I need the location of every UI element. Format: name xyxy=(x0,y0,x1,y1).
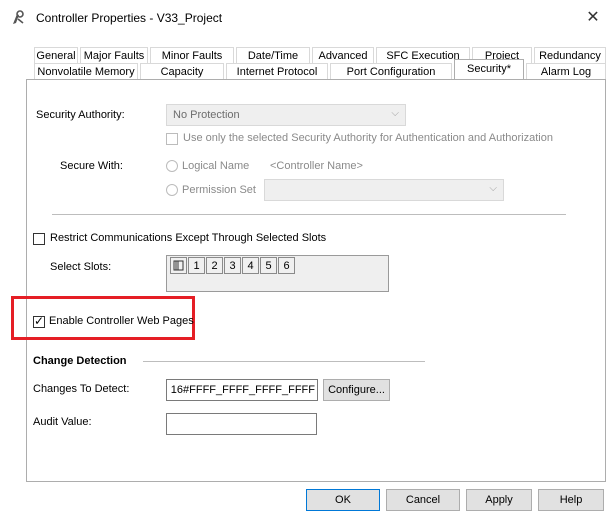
restrict-communications-checkbox[interactable] xyxy=(33,233,45,245)
tab-capacity[interactable]: Capacity xyxy=(140,63,224,79)
window-title: Controller Properties - V33_Project xyxy=(36,11,223,25)
chassis-icon xyxy=(170,257,187,274)
slots-grid[interactable]: 1 2 3 4 5 6 xyxy=(166,255,389,292)
tab-minor-faults[interactable]: Minor Faults xyxy=(150,47,234,63)
separator xyxy=(52,214,566,215)
tab-internet-protocol[interactable]: Internet Protocol xyxy=(226,63,328,79)
chevron-down-icon: ⌵ xyxy=(489,183,497,194)
audit-value-field[interactable] xyxy=(166,413,317,435)
configure-button[interactable]: Configure... xyxy=(323,379,390,401)
ok-button[interactable]: OK xyxy=(306,489,380,511)
tab-alarm-log[interactable]: Alarm Log xyxy=(526,63,606,79)
select-slots-label: Select Slots: xyxy=(50,261,112,273)
slot-6[interactable]: 6 xyxy=(278,257,295,274)
tab-security[interactable]: Security* xyxy=(454,59,524,80)
tab-advanced[interactable]: Advanced xyxy=(312,47,374,63)
permission-set-label: Permission Set xyxy=(182,184,256,196)
title-bar: Controller Properties - V33_Project ✕ xyxy=(0,0,610,34)
security-authority-value: No Protection xyxy=(173,109,240,121)
tab-redundancy[interactable]: Redundancy xyxy=(534,47,606,63)
slot-1[interactable]: 1 xyxy=(188,257,205,274)
security-authority-label: Security Authority: xyxy=(36,109,125,121)
change-detection-heading: Change Detection xyxy=(33,355,127,367)
changes-to-detect-value: 16#FFFF_FFFF_FFFF_FFFF xyxy=(170,384,315,396)
tab-nonvolatile-memory[interactable]: Nonvolatile Memory xyxy=(34,63,138,79)
secure-with-label: Secure With: xyxy=(60,160,123,172)
controller-name-placeholder: <Controller Name> xyxy=(270,160,363,172)
slot-4[interactable]: 4 xyxy=(242,257,259,274)
permission-set-select[interactable]: ⌵ xyxy=(264,179,504,201)
audit-value-label: Audit Value: xyxy=(33,416,92,428)
close-button[interactable]: ✕ xyxy=(580,6,606,30)
controller-properties-icon xyxy=(13,10,24,24)
checkmark-icon: ✓ xyxy=(34,314,45,328)
apply-button[interactable]: Apply xyxy=(466,489,532,511)
enable-web-pages-label: Enable Controller Web Pages xyxy=(49,315,194,327)
help-button[interactable]: Help xyxy=(538,489,604,511)
slot-3[interactable]: 3 xyxy=(224,257,241,274)
restrict-communications-label: Restrict Communications Except Through S… xyxy=(50,232,327,244)
chevron-down-icon: ⌵ xyxy=(391,108,399,119)
logical-name-label: Logical Name xyxy=(182,160,250,172)
cancel-button[interactable]: Cancel xyxy=(386,489,460,511)
tab-date-time[interactable]: Date/Time xyxy=(236,47,310,63)
changes-to-detect-label: Changes To Detect: xyxy=(33,383,130,395)
change-detection-divider xyxy=(143,361,425,362)
use-only-authority-label: Use only the selected Security Authority… xyxy=(183,132,553,144)
use-only-authority-checkbox[interactable] xyxy=(166,133,178,145)
tab-port-configuration[interactable]: Port Configuration xyxy=(330,63,452,79)
tab-general[interactable]: General xyxy=(34,47,78,63)
tab-major-faults[interactable]: Major Faults xyxy=(80,47,148,63)
logical-name-radio[interactable] xyxy=(166,160,178,172)
enable-web-pages-checkbox[interactable]: ✓ xyxy=(33,314,45,328)
changes-to-detect-field[interactable]: 16#FFFF_FFFF_FFFF_FFFF xyxy=(166,379,318,401)
slot-5[interactable]: 5 xyxy=(260,257,277,274)
permission-set-radio[interactable] xyxy=(166,184,178,196)
slot-2[interactable]: 2 xyxy=(206,257,223,274)
tab-row-2: Nonvolatile Memory Capacity Internet Pro… xyxy=(34,59,606,80)
security-authority-select[interactable]: No Protection ⌵ xyxy=(166,104,406,126)
